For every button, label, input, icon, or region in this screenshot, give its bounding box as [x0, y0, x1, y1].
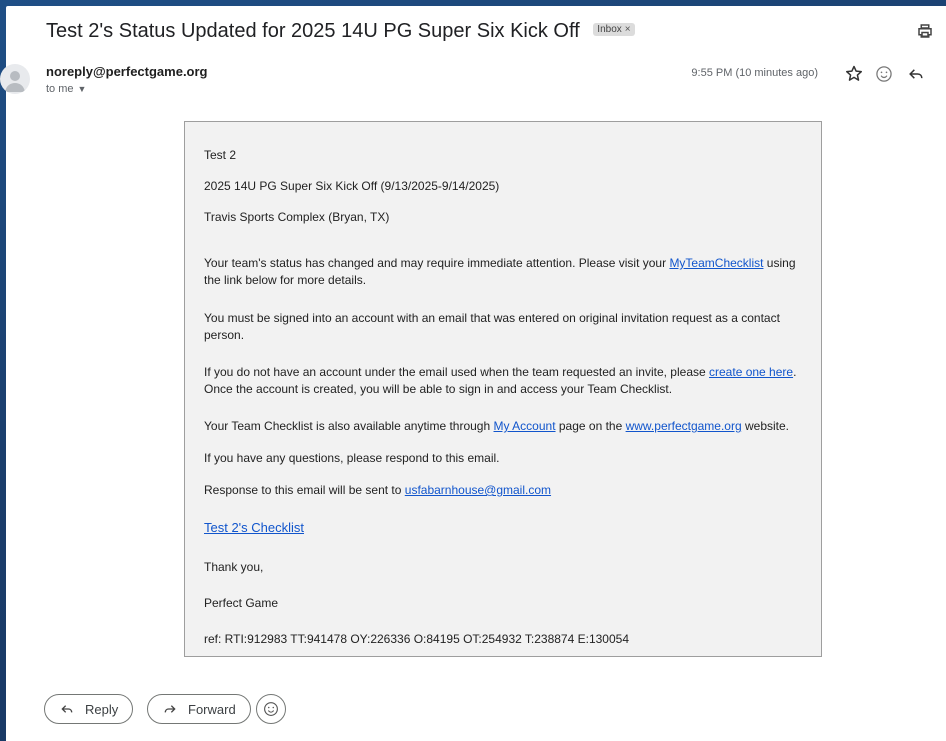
perfectgame-website-link[interactable]: www.perfectgame.org: [626, 419, 742, 433]
emoji-icon[interactable]: [874, 64, 894, 84]
paragraph-create-account: If you do not have an account under the …: [204, 364, 804, 398]
p1-text-pre: Your team's status has changed and may r…: [204, 256, 670, 270]
sender-avatar[interactable]: [0, 64, 30, 94]
star-icon[interactable]: [844, 64, 864, 84]
forward-label: Forward: [188, 701, 236, 717]
recipient-details[interactable]: to me ▼: [46, 83, 86, 95]
reply-icon: [61, 705, 73, 713]
p3-text-pre: If you do not have an account under the …: [204, 365, 710, 379]
thanks-text: Thank you,: [204, 560, 264, 574]
subject-text: Test 2's Status Updated for 2025 14U PG …: [46, 20, 580, 42]
paragraph-sign-in: You must be signed into an account with …: [204, 311, 780, 342]
emoji-icon: [264, 702, 278, 716]
avatar-icon: [5, 71, 25, 92]
p4-text-pre: Your Team Checklist is also available an…: [204, 419, 494, 433]
signature-text: Perfect Game: [204, 596, 279, 610]
event-name: 2025 14U PG Super Six Kick Off (9/13/202…: [204, 179, 500, 193]
forward-icon: [164, 705, 176, 713]
reply-icon[interactable]: [906, 64, 926, 84]
my-team-checklist-link[interactable]: MyTeamChecklist: [669, 256, 763, 270]
inbox-label-chip[interactable]: Inbox ×: [593, 23, 635, 37]
paragraph-status-changed: Your team's status has changed and may r…: [204, 255, 804, 289]
email-timestamp: 9:55 PM (10 minutes ago): [691, 67, 818, 79]
contact-email-link[interactable]: usfabarnhouse@gmail.com: [405, 483, 551, 497]
checklist-line: Test 2's Checklist: [204, 519, 804, 537]
create-account-link[interactable]: create one here: [709, 365, 793, 379]
email-subject: Test 2's Status Updated for 2025 14U PG …: [46, 20, 635, 43]
print-icon[interactable]: [916, 22, 934, 40]
emoji-reaction-button[interactable]: [256, 694, 286, 724]
my-account-link[interactable]: My Account: [494, 419, 556, 433]
sender-email[interactable]: noreply@perfectgame.org: [46, 64, 208, 79]
email-body-card: Test 2 2025 14U PG Super Six Kick Off (9…: [184, 121, 822, 657]
recipient-text: to me: [46, 83, 74, 95]
team-checklist-link[interactable]: Test 2's Checklist: [204, 520, 304, 535]
reply-label: Reply: [85, 701, 119, 717]
forward-button[interactable]: Forward: [147, 694, 251, 724]
p4-text-mid: page on the: [555, 419, 626, 433]
remove-label-icon[interactable]: ×: [625, 24, 631, 35]
reply-button[interactable]: Reply: [44, 694, 134, 724]
inbox-label-text: Inbox: [597, 24, 622, 36]
p6-text-pre: Response to this email will be sent to: [204, 483, 405, 497]
paragraph-my-account: Your Team Checklist is also available an…: [204, 418, 804, 435]
chevron-down-icon[interactable]: ▼: [78, 84, 87, 94]
paragraph-questions: If you have any questions, please respon…: [204, 451, 500, 465]
reference-codes: ref: RTI:912983 TT:941478 OY:226336 O:84…: [204, 632, 629, 646]
p4-text-post: website.: [741, 419, 790, 433]
paragraph-response: Response to this email will be sent to u…: [204, 482, 804, 499]
team-name: Test 2: [204, 148, 237, 162]
email-view: Test 2's Status Updated for 2025 14U PG …: [0, 6, 946, 741]
venue-name: Travis Sports Complex (Bryan, TX): [204, 210, 390, 224]
